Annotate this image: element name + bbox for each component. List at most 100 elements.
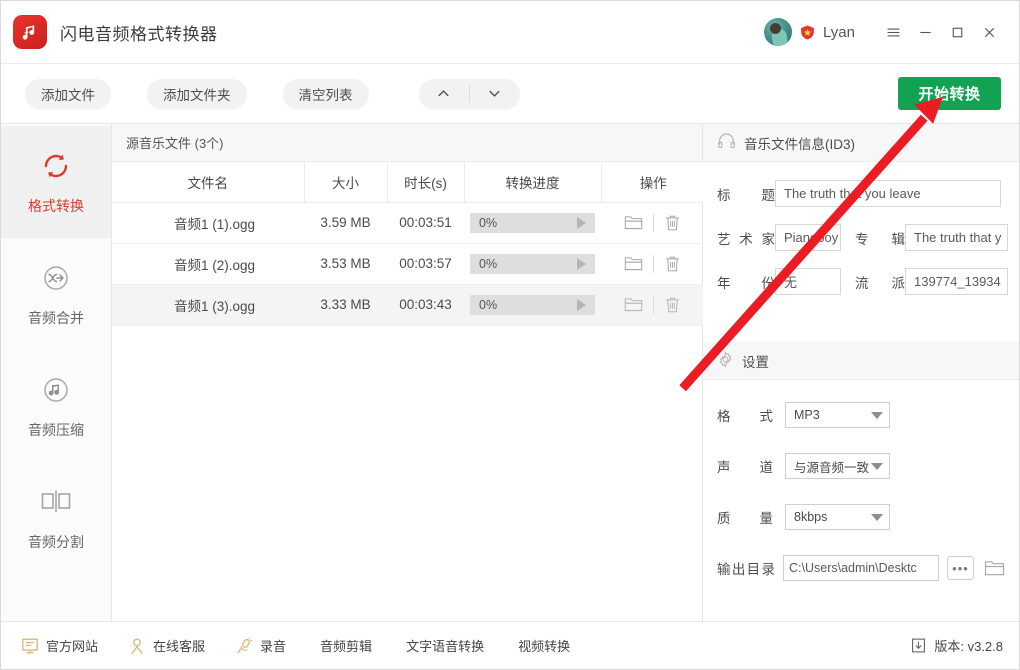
progress-bar: 0% (470, 253, 595, 274)
id3-artist-label: 艺术家 (717, 231, 775, 247)
title-bar: 闪电音频格式转换器 Lyan (1, 1, 1019, 64)
cell-duration: 00:03:57 (387, 243, 464, 285)
column-header-filename[interactable]: 文件名 (112, 162, 305, 203)
window-controls (877, 17, 1005, 47)
id3-year-label: 年 份 (717, 275, 775, 291)
folder-icon[interactable] (615, 296, 653, 313)
gear-icon (717, 351, 734, 371)
move-buttons-group (418, 78, 520, 109)
right-panel: 音乐文件信息(ID3) 标 题 The truth that you leave… (703, 124, 1019, 621)
folder-icon[interactable] (615, 255, 653, 272)
quality-label: 质 量 (717, 511, 773, 526)
output-dir-field[interactable]: C:\Users\admin\Desktc (783, 555, 939, 581)
sidebar-item-audio-split[interactable]: 音频分割 (1, 462, 111, 574)
format-select[interactable]: MP3 (785, 402, 890, 428)
footer-bar: 官方网站 在线客服 录音 音频剪辑 文字语音转换 视频转换 版本: v3.2.8 (1, 621, 1019, 669)
compress-note-circle-icon (40, 373, 72, 407)
footer-item-audio-edit[interactable]: 音频剪辑 (320, 636, 372, 655)
main-body: 格式转换 音频合并 音频压缩 音频分割 源音乐文件 (3个) 文件名 大小 时长… (1, 124, 1019, 621)
id3-section-header: 音乐文件信息(ID3) (703, 124, 1019, 162)
footer-item-record[interactable]: 录音 (235, 636, 286, 655)
cell-filename: 音频1 (2).ogg (112, 243, 304, 285)
footer-item-video-convert[interactable]: 视频转换 (518, 636, 570, 655)
add-folder-button[interactable]: 添加文件夹 (147, 78, 247, 109)
play-triangle-icon[interactable] (577, 257, 586, 270)
footer-item-label: 在线客服 (153, 639, 206, 654)
trash-icon[interactable] (654, 255, 692, 273)
folder-icon[interactable] (615, 214, 653, 231)
id3-artist-field[interactable]: Pianoboy (775, 224, 841, 251)
progress-bar: 0% (470, 212, 595, 233)
column-header-operations: 操作 (601, 162, 705, 203)
minimize-icon[interactable] (909, 17, 941, 47)
sidebar-item-format-convert[interactable]: 格式转换 (1, 126, 111, 238)
footer-item-text-to-speech[interactable]: 文字语音转换 (406, 636, 484, 655)
open-output-folder-icon[interactable] (984, 559, 1005, 577)
start-convert-button[interactable]: 开始转换 (898, 77, 1001, 110)
sidebar-item-label: 音频分割 (28, 533, 84, 550)
version-label: 版本: v3.2.8 (934, 639, 1003, 654)
clear-list-button[interactable]: 清空列表 (282, 78, 369, 109)
settings-form: 格 式 MP3 声 道 与源音频一致 质 量 8kbps 输出目录 C:\Use… (703, 380, 1019, 581)
column-header-duration[interactable]: 时长(s) (387, 162, 465, 203)
table-row[interactable]: 音频1 (1).ogg 3.59 MB 00:03:51 0% (112, 202, 705, 244)
convert-circular-arrows-icon (40, 149, 72, 183)
chevron-up-icon[interactable] (419, 79, 469, 109)
trash-icon[interactable] (654, 296, 692, 314)
cell-filename: 音频1 (3).ogg (112, 284, 304, 326)
toolbar: 添加文件 添加文件夹 清空列表 开始转换 (1, 64, 1019, 124)
user-area[interactable]: Lyan (764, 18, 855, 46)
channel-select[interactable]: 与源音频一致 (785, 453, 890, 479)
cell-progress: 0% (464, 284, 601, 326)
row-operations (602, 295, 704, 314)
progress-value: 0% (479, 256, 498, 271)
id3-title-field[interactable]: The truth that you leave (775, 180, 1001, 207)
table-row[interactable]: 音频1 (2).ogg 3.53 MB 00:03:57 0% (112, 243, 705, 285)
play-triangle-icon[interactable] (577, 298, 586, 311)
quality-select[interactable]: 8kbps (785, 504, 890, 530)
file-table: 文件名 大小 时长(s) 转换进度 操作 音频1 (1).ogg 3.59 MB… (112, 162, 705, 326)
microphone-icon (237, 636, 253, 653)
cell-progress: 0% (464, 243, 601, 285)
trash-icon[interactable] (654, 214, 692, 232)
add-file-button[interactable]: 添加文件 (25, 78, 111, 109)
sidebar: 格式转换 音频合并 音频压缩 音频分割 (1, 124, 112, 621)
sidebar-item-label: 格式转换 (28, 197, 84, 214)
footer-item-label: 文字语音转换 (406, 639, 485, 654)
version-info[interactable]: 版本: v3.2.8 (910, 636, 1003, 655)
file-list-header: 源音乐文件 (3个) (112, 124, 702, 162)
format-label: 格 式 (717, 409, 773, 424)
cell-operations (601, 243, 705, 285)
footer-item-official-site[interactable]: 官方网站 (21, 636, 98, 655)
id3-year-field[interactable]: 无 (775, 268, 841, 295)
format-value: MP3 (794, 408, 820, 422)
column-header-size[interactable]: 大小 (304, 162, 388, 203)
sidebar-item-audio-compress[interactable]: 音频压缩 (1, 350, 111, 462)
merge-arrow-circle-icon (40, 261, 72, 295)
id3-album-field[interactable]: The truth that y (905, 224, 1008, 251)
file-list-panel: 源音乐文件 (3个) 文件名 大小 时长(s) 转换进度 操作 音频1 (1).… (112, 124, 705, 621)
id3-album-label: 专辑 (855, 231, 905, 247)
quality-row: 质 量 8kbps (717, 504, 1005, 530)
footer-item-online-support[interactable]: 在线客服 (128, 636, 205, 655)
browse-button[interactable]: ••• (947, 556, 974, 580)
close-icon[interactable] (973, 17, 1005, 47)
id3-genre-label: 流派 (855, 275, 905, 291)
chevron-down-icon[interactable] (470, 79, 520, 109)
row-operations (602, 254, 704, 273)
table-row[interactable]: 音频1 (3).ogg 3.33 MB 00:03:43 0% (112, 284, 705, 326)
play-triangle-icon[interactable] (577, 216, 586, 229)
application-window: 闪电音频格式转换器 Lyan 添加文件 添加文件夹 清空列表 开始转换 格式转换… (0, 0, 1020, 670)
id3-genre-field[interactable]: 139774_13934 (905, 268, 1008, 295)
cell-size: 3.53 MB (304, 243, 387, 285)
sidebar-item-audio-merge[interactable]: 音频合并 (1, 238, 111, 350)
id3-year-genre-row: 年 份 无 流派 139774_13934 (717, 268, 1008, 295)
hamburger-menu-icon[interactable] (877, 17, 909, 47)
column-header-progress[interactable]: 转换进度 (464, 162, 602, 203)
caret-down-icon (871, 513, 883, 521)
maximize-icon[interactable] (941, 17, 973, 47)
id3-title-row: 标 题 The truth that you leave (717, 180, 1001, 207)
footer-item-label: 视频转换 (518, 639, 571, 654)
user-avatar[interactable] (764, 18, 793, 46)
app-logo-icon (13, 15, 47, 49)
